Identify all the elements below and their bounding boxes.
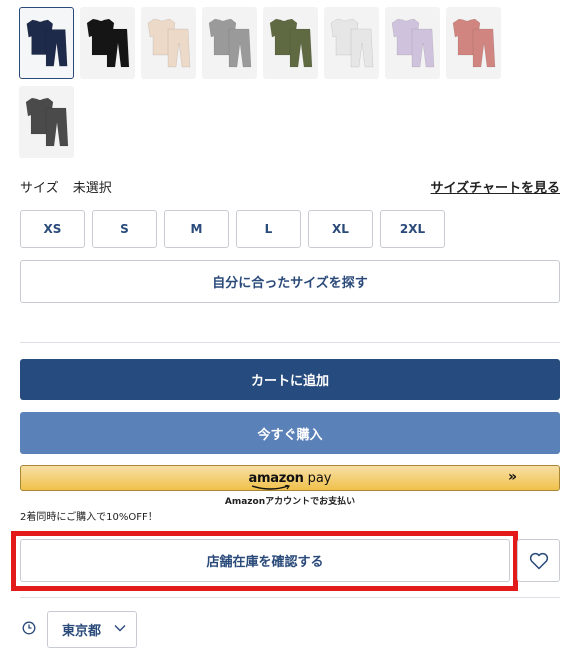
size-option-2xl[interactable]: 2XL [380,210,445,248]
size-option-l[interactable]: L [236,210,301,248]
color-swatch-white[interactable] [324,7,379,79]
amazon-smile-icon [251,484,290,490]
divider [20,342,560,343]
prefecture-value: 東京都 [62,624,102,639]
double-chevron-right-icon: » [507,469,517,485]
size-selected-value: 未選択 [72,181,112,196]
product-thumbnail-icon [330,18,374,68]
find-my-size-button[interactable]: 自分に合ったサイズを探す [20,260,560,303]
promo-text: 2着同時にご購入で10%OFF！ [20,512,158,523]
product-thumbnail-icon [208,18,252,68]
size-label: サイズ [20,181,59,196]
amazon-pay-caption: Amazonアカウントでお支払い [224,497,356,507]
amazon-pay-logo: amazon pay [248,470,332,490]
amazon-logo-text: amazon [248,470,304,486]
size-label-row: サイズ 未選択 [20,177,122,196]
color-swatch-navy[interactable] [19,7,74,79]
product-thumbnail-icon [26,19,68,67]
product-thumbnail-icon [269,18,313,68]
size-option-xl[interactable]: XL [308,210,373,248]
product-thumbnail-icon [391,18,435,68]
check-store-stock-button[interactable]: 店舗在庫を確認する [20,539,510,582]
chevron-down-icon [114,625,126,632]
add-to-cart-button[interactable]: カートに追加 [20,359,560,400]
color-swatch-pink[interactable] [446,7,501,79]
favorite-button[interactable] [517,539,560,582]
color-swatch-beige[interactable] [141,7,196,79]
color-swatch-gray[interactable] [202,7,257,79]
product-thumbnail-icon [452,18,496,68]
size-chart-link[interactable]: サイズチャートを見る [431,177,560,196]
size-option-m[interactable]: M [164,210,229,248]
color-swatch-charcoal[interactable] [19,86,74,158]
buy-now-button[interactable]: 今すぐ購入 [20,412,560,454]
color-swatch-olive[interactable] [263,7,318,79]
amazon-pay-text: pay [307,470,332,486]
amazon-pay-button[interactable]: amazon pay » [20,465,560,491]
size-option-xs[interactable]: XS [20,210,85,248]
divider [20,597,560,598]
heart-icon [529,552,548,569]
product-thumbnail-icon [147,18,191,68]
clock-icon [22,621,36,635]
size-option-s[interactable]: S [92,210,157,248]
product-thumbnail-icon [25,97,69,147]
product-thumbnail-icon [86,18,130,68]
prefecture-select[interactable]: 東京都 [47,611,137,648]
color-swatch-lavender[interactable] [385,7,440,79]
color-swatch-black[interactable] [80,7,135,79]
